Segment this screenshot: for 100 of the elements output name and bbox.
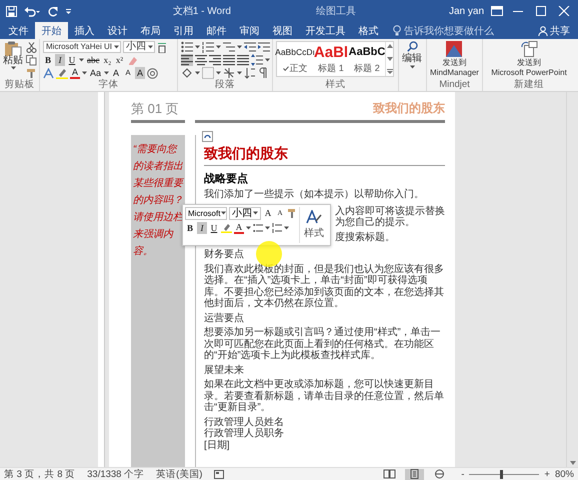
paragraph-mark-icon[interactable] [258, 67, 268, 79]
numbering-icon[interactable] [202, 41, 214, 53]
highlight-icon[interactable] [56, 68, 68, 78]
format-button[interactable]: U [209, 222, 219, 234]
grow-font-button[interactable]: A [111, 67, 122, 79]
phonetic-guide-icon[interactable] [157, 42, 167, 52]
caret-icon[interactable] [79, 58, 84, 62]
send-to-powerpoint-button[interactable]: 发送到 Microsoft PowerPoint [491, 41, 567, 79]
text-effects-icon[interactable] [43, 68, 54, 78]
style-option[interactable]: AaBbC 标题 2 [349, 42, 385, 76]
ribbon-tab[interactable]: 格式 [352, 22, 385, 39]
caret-icon[interactable] [265, 226, 270, 230]
zoom-in-button[interactable]: + [544, 468, 550, 480]
format-button[interactable]: U [67, 54, 77, 66]
format-painter-icon[interactable] [287, 208, 297, 218]
multilevel-list-icon[interactable] [223, 41, 235, 53]
font-name-field[interactable]: Microsoft YaHei UI [43, 41, 121, 53]
asian-layout-icon[interactable] [223, 67, 235, 79]
zoom-level[interactable]: 80% [554, 468, 574, 480]
format-button[interactable]: x₂ [102, 54, 112, 66]
style-option[interactable]: AaBl 标题 1 [313, 42, 349, 76]
language-status[interactable]: 英语(美国) [156, 468, 202, 480]
grow-font-button[interactable]: A [263, 207, 273, 219]
ribbon-tab[interactable]: 文件 [2, 22, 35, 39]
increase-indent-icon[interactable] [258, 41, 270, 53]
font-size-field[interactable]: 小四 [229, 206, 261, 220]
scroll-down-icon[interactable] [386, 56, 392, 60]
font-color-button[interactable]: A [70, 67, 80, 79]
format-button[interactable]: abc [86, 54, 100, 66]
caret-icon[interactable] [253, 211, 258, 215]
zoom-out-button[interactable]: - [461, 468, 464, 480]
ribbon-tab[interactable]: 设计 [101, 22, 134, 39]
format-button[interactable]: x² [114, 54, 124, 66]
ribbon-tab[interactable]: 布局 [134, 22, 167, 39]
send-to-mindmanager-button[interactable]: 发送到 MindManager [430, 41, 479, 79]
enclose-character-icon[interactable] [147, 68, 158, 78]
paste-button[interactable]: 粘贴 [3, 41, 23, 79]
align-center-icon[interactable] [195, 54, 207, 66]
caret-icon[interactable] [410, 65, 414, 69]
sort-icon[interactable] [244, 67, 256, 79]
word-count[interactable]: 33/1338 个字 [87, 468, 144, 480]
caret-icon[interactable] [237, 45, 242, 49]
ribbon-tab[interactable]: 邮件 [200, 22, 233, 39]
shading-icon[interactable] [181, 67, 193, 79]
character-shading-button[interactable]: A [135, 67, 146, 79]
page-count[interactable]: 第 3 页，共 8 页 [4, 468, 76, 480]
bullets-icon[interactable] [181, 41, 193, 53]
caret-icon[interactable] [195, 71, 200, 75]
undo-icon[interactable] [24, 6, 40, 16]
cut-icon[interactable] [26, 42, 37, 53]
format-painter-icon[interactable] [26, 68, 37, 79]
change-case-button[interactable]: Aa [89, 67, 102, 79]
caret-icon[interactable] [284, 226, 289, 230]
tell-me-field[interactable]: 告诉我你想要做什么 [404, 24, 494, 38]
caret-icon[interactable] [10, 66, 16, 70]
highlight-icon[interactable] [221, 223, 232, 233]
ribbon-tab[interactable]: 引用 [167, 22, 200, 39]
more-icon[interactable] [386, 69, 392, 74]
format-button[interactable]: B [185, 222, 195, 234]
format-button[interactable]: B [43, 54, 53, 66]
font-color-button[interactable]: A [234, 222, 244, 234]
editing-button[interactable]: 编辑 [402, 41, 422, 91]
ribbon-tab[interactable]: 开始 [35, 22, 68, 39]
vertical-scrollbar[interactable] [566, 92, 578, 467]
print-view-icon[interactable] [405, 468, 424, 480]
decrease-indent-icon[interactable] [244, 41, 256, 53]
caret-icon[interactable] [104, 71, 110, 75]
format-button[interactable]: I [197, 222, 207, 234]
style-option[interactable]: AaBbCcDı 正文 [277, 42, 313, 76]
bullets-icon[interactable] [253, 223, 263, 233]
align-justify-icon[interactable] [223, 54, 235, 66]
caret-icon[interactable] [221, 211, 226, 215]
close-icon[interactable] [556, 6, 572, 16]
font-name-field[interactable]: Microsoft [185, 206, 227, 220]
numbering-icon[interactable] [272, 223, 282, 233]
caret-icon[interactable] [246, 226, 251, 230]
ribbon-display-icon[interactable] [491, 6, 504, 16]
save-icon[interactable] [6, 6, 17, 16]
ribbon-tab[interactable]: 插入 [68, 22, 101, 39]
caret-icon[interactable] [265, 58, 270, 62]
caret-icon[interactable] [237, 71, 242, 75]
caret-icon[interactable] [216, 71, 221, 75]
align-left-icon[interactable] [181, 54, 193, 66]
styles-button[interactable]: 样式 [299, 206, 328, 243]
caret-icon[interactable] [216, 45, 221, 49]
line-spacing-icon[interactable] [251, 54, 263, 66]
ribbon-tab[interactable]: 开发工具 [299, 22, 352, 39]
caret-icon[interactable] [82, 71, 87, 75]
scroll-down-icon[interactable] [570, 461, 576, 465]
macro-record-icon[interactable] [214, 470, 224, 478]
user-name[interactable]: Jan yan [448, 6, 484, 16]
align-right-icon[interactable] [209, 54, 221, 66]
caret-icon[interactable] [114, 45, 119, 49]
align-distributed-icon[interactable] [237, 54, 249, 66]
ribbon-tab[interactable]: 审阅 [233, 22, 266, 39]
font-size-field[interactable]: 小四 [123, 41, 155, 53]
caret-icon[interactable] [148, 45, 153, 49]
scroll-up-icon[interactable] [386, 44, 392, 48]
ribbon-tab[interactable]: 视图 [266, 22, 299, 39]
copy-icon[interactable] [26, 55, 37, 66]
